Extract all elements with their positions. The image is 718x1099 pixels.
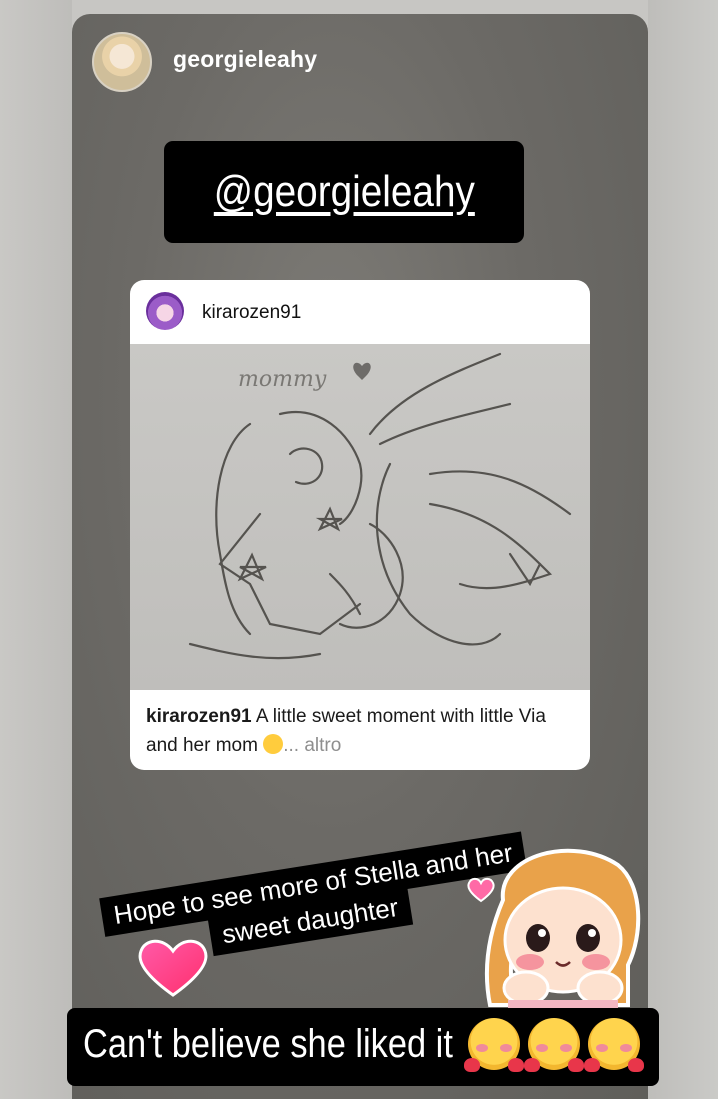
- smiling-face-with-hearts-icon: [524, 1018, 584, 1072]
- blushing-girl-sticker-icon[interactable]: [478, 840, 648, 1010]
- pink-heart-icon[interactable]: [135, 935, 211, 999]
- right-background: [648, 0, 718, 1099]
- caption-emoji-icon: [263, 734, 284, 754]
- caption-more-link[interactable]: ... altro: [283, 735, 341, 756]
- drawing-caption-text: mommy: [238, 367, 327, 392]
- story-author-avatar[interactable]: [92, 32, 152, 92]
- post-author-avatar: [146, 292, 184, 330]
- smiling-face-with-hearts-icon: [464, 1018, 524, 1072]
- post-author-username: kirarozen91: [202, 302, 302, 323]
- post-caption: kirarozen91 A little sweet moment with l…: [146, 702, 576, 760]
- post-drawing-image: mommy: [130, 344, 590, 690]
- left-background: [0, 0, 72, 1099]
- story-author-username[interactable]: georgieleahy: [173, 46, 317, 73]
- mention-sticker[interactable]: @georgieleahy: [164, 141, 524, 243]
- drawing-heart-icon: [353, 362, 371, 380]
- shared-post-card[interactable]: kirarozen91 mommy kirarozen91 A little s…: [130, 280, 590, 770]
- smiling-face-with-hearts-icon: [584, 1018, 644, 1072]
- caption-username: kirarozen91: [146, 706, 252, 727]
- bottom-text: Can't believe she liked it: [83, 1022, 453, 1066]
- mention-text: @georgieleahy: [213, 167, 475, 216]
